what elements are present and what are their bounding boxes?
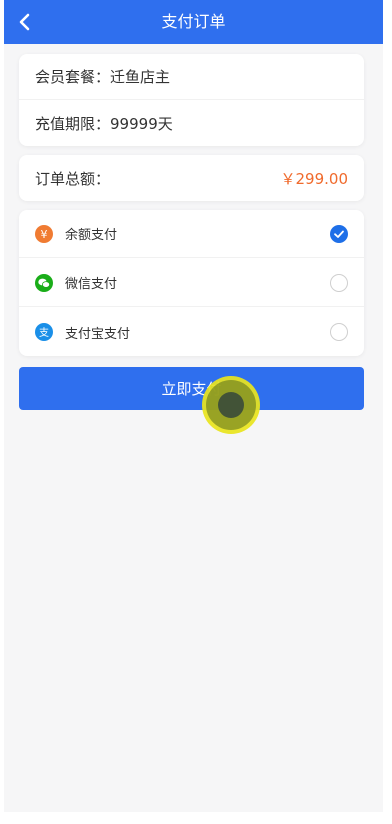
package-value: 迁鱼店主 <box>110 68 171 86</box>
app-screen: 支付订单 会员套餐： 迁鱼店主 充值期限： 99999天 订单总额： ￥299.… <box>4 0 383 812</box>
payment-option-alipay[interactable]: 支 支付宝支付 <box>19 308 364 356</box>
total-row: 订单总额： ￥299.00 <box>19 155 364 201</box>
radio-unchecked-icon[interactable] <box>330 323 348 341</box>
chevron-left-icon <box>19 13 30 31</box>
svg-text:¥: ¥ <box>41 228 48 241</box>
wechat-icon <box>35 273 53 292</box>
touch-indicator-dot <box>218 392 244 418</box>
payment-option-label: 余额支付 <box>65 228 118 243</box>
page-title: 支付订单 <box>161 12 226 31</box>
order-total-card: 订单总额： ￥299.00 <box>19 155 364 201</box>
radio-checked-icon[interactable] <box>330 224 348 243</box>
yen-balance-icon: ¥ <box>35 224 53 243</box>
period-value: 99999天 <box>110 114 173 133</box>
package-label: 会员套餐： <box>35 68 111 86</box>
package-row: 会员套餐： 迁鱼店主 <box>19 54 364 100</box>
top-navbar: 支付订单 <box>4 0 383 44</box>
order-info-card: 会员套餐： 迁鱼店主 充值期限： 99999天 <box>19 54 364 146</box>
payment-option-label: 支付宝支付 <box>65 326 131 342</box>
total-label: 订单总额： <box>35 169 111 188</box>
pay-now-button[interactable]: 立即支付 <box>19 367 364 410</box>
svg-text:支: 支 <box>39 327 49 339</box>
period-label: 充值期限： <box>35 114 111 133</box>
payment-methods-card: ¥ 余额支付 微信支付 支 支付宝支付 <box>19 210 364 356</box>
alipay-icon: 支 <box>35 323 53 341</box>
period-row: 充值期限： 99999天 <box>19 100 364 146</box>
radio-unchecked-icon[interactable] <box>330 273 348 292</box>
payment-option-label: 微信支付 <box>65 277 118 292</box>
payment-option-balance[interactable]: ¥ 余额支付 <box>19 210 364 258</box>
payment-option-wechat[interactable]: 微信支付 <box>19 259 364 307</box>
back-button[interactable] <box>12 9 38 35</box>
total-amount: ￥299.00 <box>280 169 349 188</box>
